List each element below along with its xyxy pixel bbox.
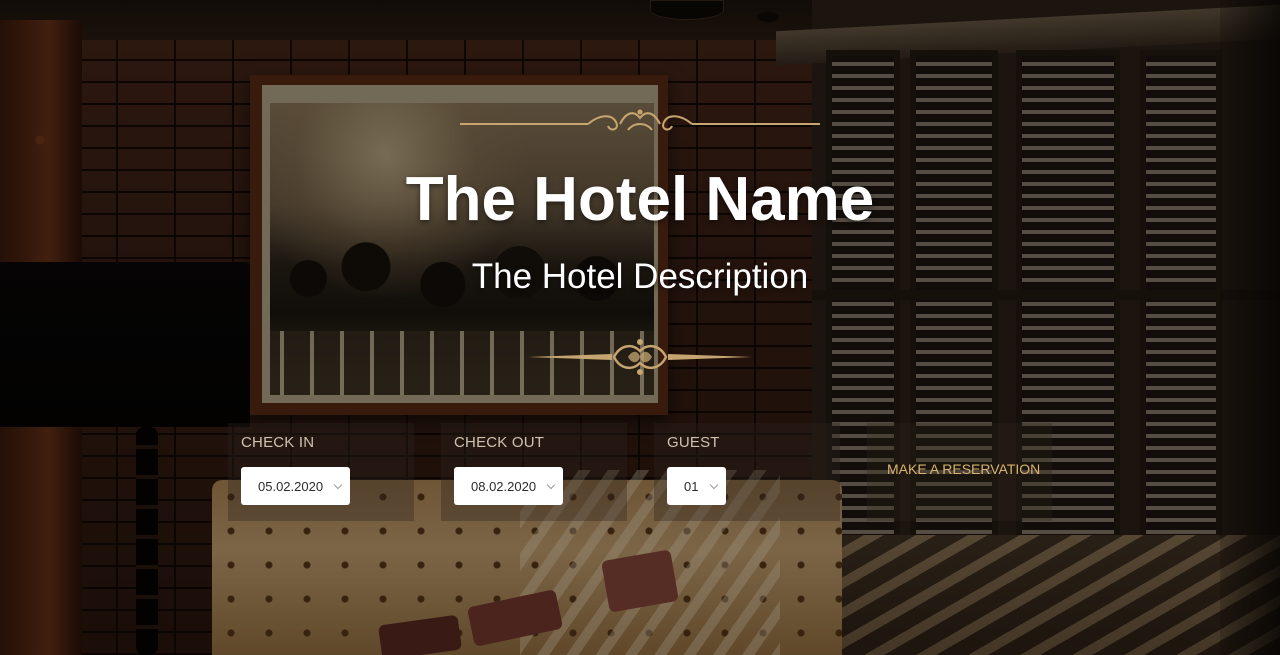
ornament-divider-top [0, 106, 1280, 138]
chevron-down-icon [546, 480, 556, 490]
booking-bar: CHECK IN 05.02.2020 CHECK OUT 08.02.2020… [228, 423, 1052, 521]
hotel-name-title: The Hotel Name [405, 165, 875, 234]
check-in-value: 05.02.2020 [258, 478, 324, 494]
guest-label: GUEST [667, 434, 720, 451]
check-out-field: CHECK OUT 08.02.2020 [441, 423, 627, 521]
guest-value: 01 [684, 478, 699, 494]
check-out-label: CHECK OUT [454, 434, 545, 451]
check-out-value: 08.02.2020 [471, 478, 537, 494]
check-in-label: CHECK IN [241, 434, 315, 451]
hotel-description: The Hotel Description [471, 257, 809, 296]
check-in-select[interactable]: 05.02.2020 [241, 467, 350, 505]
make-reservation-button[interactable]: MAKE A RESERVATION [887, 461, 1040, 477]
guest-field: GUEST 01 [654, 423, 840, 521]
chevron-down-icon [709, 480, 719, 490]
chevron-down-icon [333, 480, 343, 490]
check-out-select[interactable]: 08.02.2020 [454, 467, 563, 505]
check-in-field: CHECK IN 05.02.2020 [228, 423, 414, 521]
hero-background [0, 0, 1280, 655]
guest-select[interactable]: 01 [667, 467, 726, 505]
ornament-divider-bottom [0, 337, 1280, 377]
